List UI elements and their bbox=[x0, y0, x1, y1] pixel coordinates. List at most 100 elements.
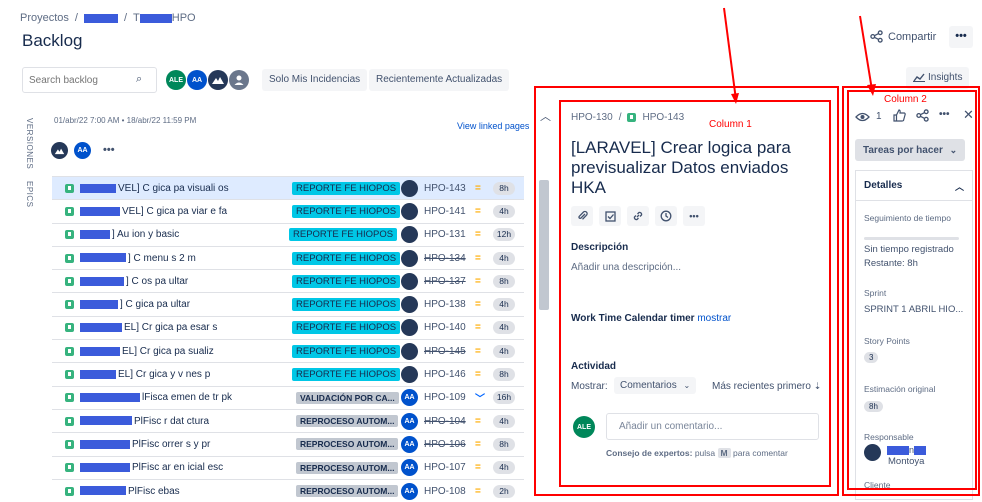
issue-summary[interactable]: EL] Cr gica y v nes p bbox=[80, 369, 290, 380]
issue-summary[interactable]: EL] Cr gica pa sualiz bbox=[80, 346, 290, 357]
epic-badge[interactable]: REPORTE FE HIOPOS bbox=[292, 344, 401, 358]
annotation-column1-box bbox=[559, 100, 831, 487]
avatar-filter-unassigned[interactable] bbox=[229, 70, 249, 90]
annotation-column2-box bbox=[847, 90, 977, 490]
issue-row[interactable]: ] Au ion y basic REPORTE FE HIOPOS HPO-131… bbox=[52, 223, 524, 247]
estimate-badge: 12h bbox=[493, 228, 515, 242]
assignee-avatar[interactable]: AA bbox=[401, 435, 418, 453]
issue-summary[interactable]: EL] Cr gica pa esar s bbox=[80, 322, 290, 333]
avatar-filter-user[interactable] bbox=[208, 70, 228, 90]
epic-badge[interactable]: REPORTE FE HIOPOS bbox=[292, 181, 401, 195]
filter-recently-updated-button[interactable]: Recientemente Actualizadas bbox=[369, 69, 510, 91]
issue-key[interactable]: HPO-109 bbox=[424, 392, 466, 403]
assignee-avatar[interactable] bbox=[401, 366, 418, 384]
issue-summary[interactable]: PlFisc ebas bbox=[80, 486, 290, 497]
issue-row[interactable]: ] C os pa ultar REPORTE FE HIOPOS HPO-137 =… bbox=[52, 270, 524, 294]
issue-key[interactable]: HPO-108 bbox=[424, 486, 466, 497]
epic-badge[interactable]: REPORTE FE HIOPOS bbox=[292, 298, 401, 312]
epic-badge[interactable]: REPORTE FE HIOPOS bbox=[292, 274, 401, 288]
issue-summary[interactable]: lFisca emen de tr pk bbox=[80, 392, 290, 403]
issue-row[interactable]: EL] Cr gica pa sualiz REPORTE FE HIOPOS HP… bbox=[52, 340, 524, 364]
estimate-badge: 8h bbox=[493, 368, 515, 382]
epic-badge[interactable]: REPROCESO AUTOM... bbox=[296, 415, 399, 428]
assignee-avatar[interactable] bbox=[401, 342, 418, 360]
assignee-avatar[interactable] bbox=[401, 249, 418, 267]
epic-badge[interactable]: REPORTE FE HIOPOS bbox=[292, 321, 401, 335]
epic-badge[interactable]: REPORTE FE HIOPOS bbox=[292, 204, 401, 218]
priority-icon: = bbox=[475, 205, 481, 217]
issue-summary[interactable]: ] Au ion y basic bbox=[80, 229, 290, 240]
assignee-avatar[interactable] bbox=[401, 202, 418, 220]
breadcrumb-board[interactable]: T HPO bbox=[133, 12, 196, 24]
issue-summary[interactable]: VEL] C gica pa viar e fa bbox=[80, 206, 290, 217]
estimate-badge: 4h bbox=[493, 251, 515, 265]
assignee-avatar[interactable] bbox=[401, 319, 418, 337]
assignee-avatar[interactable] bbox=[401, 179, 418, 197]
issue-key[interactable]: HPO-134 bbox=[424, 253, 466, 264]
breadcrumb-projects[interactable]: Proyectos bbox=[20, 12, 69, 24]
epic-badge[interactable]: REPROCESO AUTOM... bbox=[296, 485, 399, 497]
assignee-avatar[interactable] bbox=[401, 296, 418, 314]
issue-key[interactable]: HPO-141 bbox=[424, 206, 466, 217]
issue-row[interactable]: PlFisc r dat ctura REPROCESO AUTOM... AA HP… bbox=[52, 409, 524, 434]
sprint-more-icon[interactable]: ••• bbox=[103, 144, 115, 156]
issue-summary[interactable]: PlFisc r dat ctura bbox=[80, 416, 290, 427]
story-icon bbox=[65, 393, 74, 403]
sprint-member-avatar-aa[interactable]: AA bbox=[74, 142, 91, 159]
assignee-avatar[interactable]: AA bbox=[401, 389, 418, 407]
estimate-badge: 4h bbox=[493, 414, 515, 428]
avatar-filter-aa[interactable]: AA bbox=[187, 70, 207, 90]
issue-row[interactable]: EL] Cr gica y v nes p REPORTE FE HIOPOS HP… bbox=[52, 363, 524, 387]
issue-summary[interactable]: ] C os pa ultar bbox=[80, 276, 290, 287]
epic-badge[interactable]: REPORTE FE HIOPOS bbox=[289, 228, 398, 242]
assignee-avatar[interactable]: AA bbox=[401, 459, 418, 477]
epic-badge[interactable]: VALIDACIÓN POR CA... bbox=[296, 391, 399, 404]
assignee-avatar[interactable] bbox=[401, 272, 418, 290]
issue-key[interactable]: HPO-146 bbox=[424, 369, 466, 380]
issue-key[interactable]: HPO-140 bbox=[424, 322, 466, 333]
issue-key[interactable]: HPO-145 bbox=[424, 346, 466, 357]
breadcrumb-project[interactable] bbox=[83, 12, 118, 24]
issue-key[interactable]: HPO-104 bbox=[424, 416, 466, 427]
issue-summary[interactable]: ] C gica pa ultar bbox=[80, 299, 290, 310]
estimate-badge: 16h bbox=[493, 391, 515, 405]
priority-icon: = bbox=[475, 299, 481, 311]
filter-my-issues-button[interactable]: Solo Mis Incidencias bbox=[262, 69, 368, 91]
issue-row[interactable]: lFisca emen de tr pk VALIDACIÓN POR CA...… bbox=[52, 386, 524, 410]
epics-tab[interactable]: EPICS bbox=[25, 181, 34, 208]
issue-key[interactable]: HPO-138 bbox=[424, 299, 466, 310]
epic-badge[interactable]: REPORTE FE HIOPOS bbox=[292, 368, 401, 382]
issue-summary[interactable]: PlFisc orrer s y pr bbox=[80, 439, 290, 450]
sprint-member-avatar[interactable] bbox=[51, 142, 68, 159]
epic-badge[interactable]: REPROCESO AUTOM... bbox=[296, 461, 399, 474]
story-icon bbox=[65, 276, 74, 286]
assignee-avatar[interactable] bbox=[401, 226, 418, 244]
issue-key[interactable]: HPO-106 bbox=[424, 439, 466, 450]
issue-summary[interactable]: ] C menu s 2 m bbox=[80, 253, 290, 264]
issue-row[interactable]: ] C menu s 2 m REPORTE FE HIOPOS HPO-134 = 4… bbox=[52, 246, 524, 271]
priority-icon: = bbox=[475, 322, 481, 334]
issue-row[interactable]: VEL] C gica pa visuali os REPORTE FE HIOP… bbox=[52, 177, 524, 201]
versions-tab[interactable]: VERSIONES bbox=[25, 118, 34, 169]
epic-badge[interactable]: REPROCESO AUTOM... bbox=[296, 438, 399, 451]
issue-row[interactable]: VEL] C gica pa viar e fa REPORTE FE HIOPO… bbox=[52, 200, 524, 224]
view-linked-pages-link[interactable]: View linked pages bbox=[457, 121, 529, 131]
issue-key[interactable]: HPO-137 bbox=[424, 276, 466, 287]
issue-row[interactable]: ] C gica pa ultar REPORTE FE HIOPOS HPO-13… bbox=[52, 293, 524, 317]
issue-row[interactable]: PlFisc orrer s y pr REPROCESO AUTOM... AA H… bbox=[52, 433, 524, 457]
issue-summary[interactable]: VEL] C gica pa visuali os bbox=[80, 183, 290, 194]
annotation-arrow-column1 bbox=[723, 7, 739, 104]
issue-row[interactable]: PlFisc ebas REPROCESO AUTOM... AA HPO-108 = 2… bbox=[52, 479, 524, 502]
epic-badge[interactable]: REPORTE FE HIOPOS bbox=[292, 251, 401, 265]
issue-key[interactable]: HPO-107 bbox=[424, 462, 466, 473]
avatar-filter-ale[interactable]: ALE bbox=[166, 70, 186, 90]
issue-row[interactable]: PlFisc ar en icial esc REPROCESO AUTOM...… bbox=[52, 456, 524, 480]
issue-key[interactable]: HPO-143 bbox=[424, 183, 466, 194]
assignee-avatar[interactable]: AA bbox=[401, 412, 418, 430]
issue-key[interactable]: HPO-131 bbox=[424, 229, 466, 240]
issue-summary[interactable]: PlFisc ar en icial esc bbox=[80, 462, 290, 473]
issue-row[interactable]: EL] Cr gica pa esar s REPORTE FE HIOPOS HP… bbox=[52, 316, 524, 341]
more-actions-button[interactable]: ••• bbox=[949, 26, 973, 48]
assignee-avatar[interactable]: AA bbox=[401, 482, 418, 500]
estimate-badge: 4h bbox=[493, 344, 515, 358]
